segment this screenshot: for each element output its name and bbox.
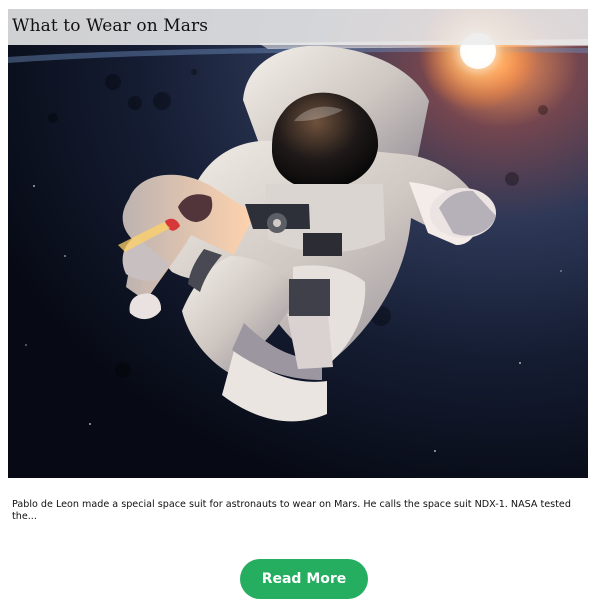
title-bar: What to Wear on Mars (8, 9, 588, 45)
article-title: What to Wear on Mars (12, 16, 209, 36)
article-image: What to Wear on Mars (8, 9, 588, 478)
astronaut-illustration (8, 9, 588, 478)
article-excerpt: Pablo de Leon made a special space suit … (12, 499, 571, 522)
article-card: What to Wear on Mars Pablo de Leon made … (8, 9, 588, 601)
read-more-button[interactable]: Read More (240, 559, 368, 599)
